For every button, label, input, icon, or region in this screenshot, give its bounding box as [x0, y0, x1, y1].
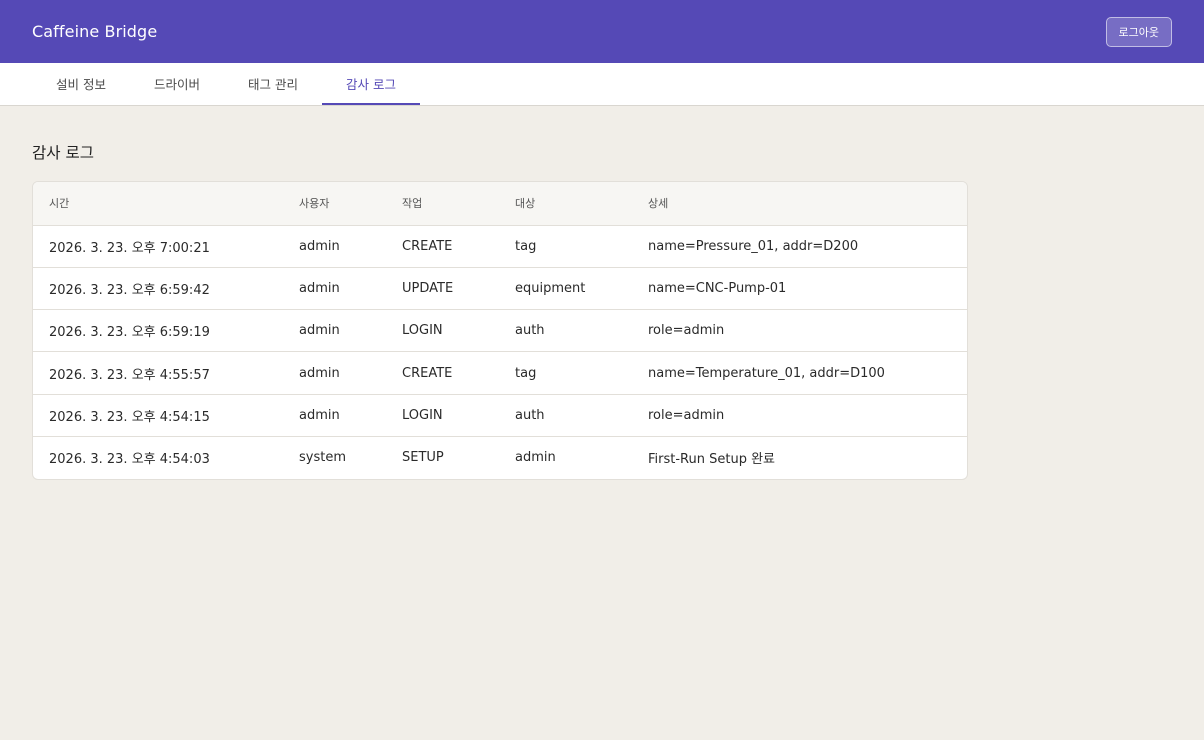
tab-bar: 설비 정보 드라이버 태그 관리 감사 로그	[0, 63, 1204, 106]
cell-target: admin	[515, 450, 556, 466]
cell-user: admin	[283, 351, 386, 395]
tab-driver[interactable]: 드라이버	[130, 63, 224, 105]
table-row: 2026. 3. 23. 오후 4:55:57 admin CREATE tag…	[33, 351, 967, 395]
cell-time: 2026. 3. 23. 오후 7:00:21	[33, 225, 283, 268]
cell-user: admin	[283, 309, 386, 353]
cell-user: admin	[283, 225, 386, 268]
table-row: 2026. 3. 23. 오후 6:59:42 admin UPDATE equ…	[33, 267, 967, 311]
cell-target: tag	[499, 351, 632, 395]
table-row: 2026. 3. 23. 오후 7:00:21 admin CREATE tag…	[33, 225, 967, 268]
cell-action: LOGIN	[386, 309, 499, 353]
cell-detail: name=Temperature_01, addr=D100	[632, 351, 967, 395]
app-header: Caffeine Bridge 로그아웃	[0, 0, 1204, 63]
logout-button[interactable]: 로그아웃	[1105, 16, 1172, 47]
cell-detail: name=CNC-Pump-01	[632, 267, 967, 311]
cell-target: auth	[499, 309, 632, 353]
tab-tag-management[interactable]: 태그 관리	[224, 63, 322, 105]
cell-detail: role=admin	[632, 309, 967, 353]
cell-user: system	[299, 450, 346, 466]
table-row: 2026. 3. 23. 오후 4:54:15 admin LOGIN auth…	[33, 394, 967, 437]
cell-target: tag	[499, 225, 632, 268]
cell-time: 2026. 3. 23. 오후 6:59:42	[33, 267, 283, 311]
cell-action: UPDATE	[386, 267, 499, 311]
app-title: Caffeine Bridge	[32, 22, 158, 41]
table-row: 2026. 3. 23. 오후 6:59:19 admin LOGIN auth…	[33, 309, 967, 353]
column-header-action: 작업	[386, 182, 499, 226]
column-header-time: 시간	[33, 182, 283, 226]
tab-audit-log[interactable]: 감사 로그	[321, 63, 420, 105]
cell-target: auth	[499, 394, 632, 437]
column-header-user: 사용자	[283, 182, 386, 226]
page-title: 감사 로그	[32, 144, 94, 162]
cell-time: 2026. 3. 23. 오후 4:54:03	[49, 452, 210, 468]
cell-detail: role=admin	[632, 394, 967, 437]
cell-action: CREATE	[386, 351, 499, 395]
column-header-target: 대상	[499, 182, 632, 226]
cell-user: admin	[283, 394, 386, 437]
cell-detail: name=Pressure_01, addr=D200	[632, 225, 967, 268]
table-row: 2026. 3. 23. 오후 4:54:03 system SETUP adm…	[33, 436, 967, 478]
cell-action: CREATE	[386, 225, 499, 268]
tab-equipment-info[interactable]: 설비 정보	[32, 63, 130, 105]
cell-detail: First-Run Setup 완료	[648, 452, 775, 468]
cell-user: admin	[283, 267, 386, 311]
cell-action: SETUP	[402, 450, 444, 466]
audit-log-table: 시간 사용자 작업 대상 상세 2026. 3. 23. 오후 7:00:21 …	[32, 181, 968, 480]
cell-time: 2026. 3. 23. 오후 4:54:15	[33, 394, 283, 437]
cell-target: equipment	[499, 267, 632, 311]
table-header-row: 시간 사용자 작업 대상 상세	[33, 182, 967, 226]
cell-time: 2026. 3. 23. 오후 4:55:57	[33, 351, 283, 395]
column-header-detail: 상세	[632, 182, 967, 226]
cell-action: LOGIN	[386, 394, 499, 437]
cell-time: 2026. 3. 23. 오후 6:59:19	[33, 309, 283, 353]
